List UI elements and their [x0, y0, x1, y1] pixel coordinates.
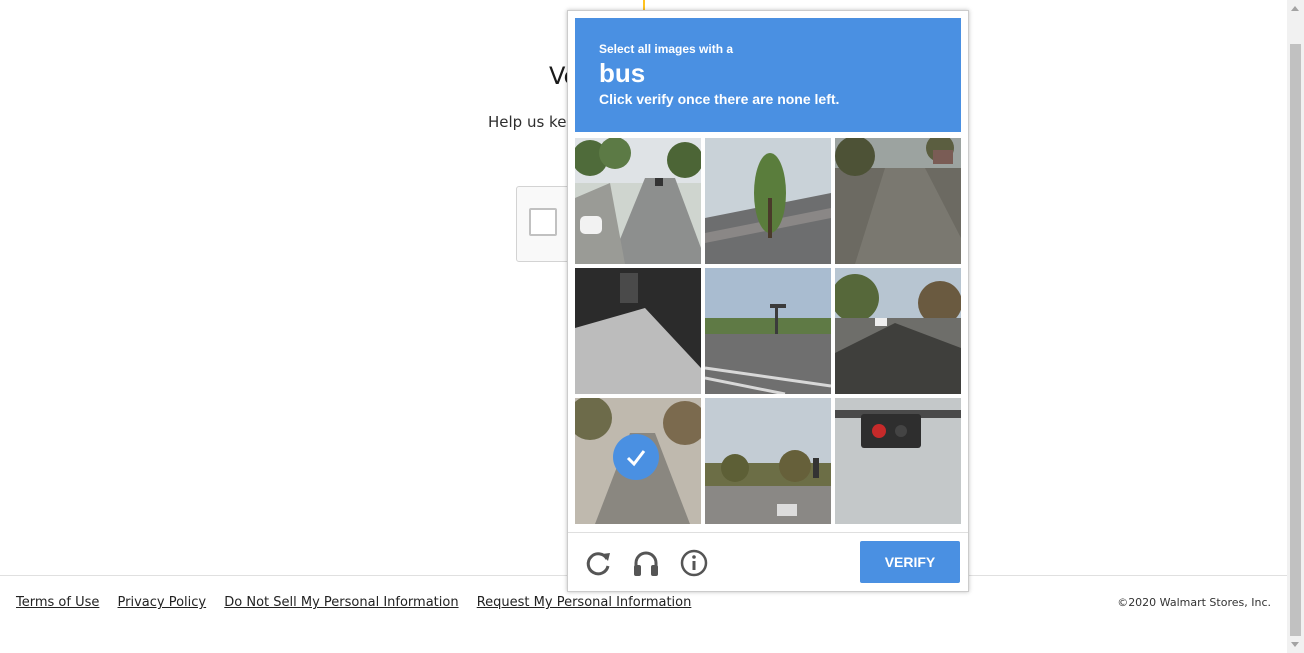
scroll-down-arrow-icon[interactable] [1291, 642, 1299, 647]
image-tile[interactable] [835, 398, 961, 524]
image-tile[interactable] [705, 268, 831, 394]
challenge-footer-divider [568, 532, 968, 533]
challenge-header: Select all images with a bus Click verif… [575, 18, 961, 132]
copyright-text: ©2020 Walmart Stores, Inc. [1117, 596, 1271, 609]
scroll-thumb[interactable] [1290, 44, 1301, 636]
verify-button[interactable]: VERIFY [860, 541, 960, 583]
page-subtitle: Help us kee [488, 113, 576, 131]
image-tile[interactable] [705, 398, 831, 524]
image-tile-selected[interactable] [575, 398, 701, 524]
captcha-challenge-dialog: Select all images with a bus Click verif… [567, 10, 969, 592]
headphones-icon[interactable] [631, 548, 661, 578]
image-tile[interactable] [835, 268, 961, 394]
info-icon[interactable] [679, 548, 709, 578]
scroll-up-arrow-icon[interactable] [1291, 6, 1299, 11]
image-tile[interactable] [575, 138, 701, 264]
page-scrollbar[interactable] [1287, 0, 1304, 653]
prompt-small-text: Select all images with a [599, 42, 734, 56]
image-tile[interactable] [705, 138, 831, 264]
privacy-policy-link[interactable]: Privacy Policy [118, 595, 207, 610]
image-tile[interactable] [835, 138, 961, 264]
reload-icon[interactable] [584, 548, 614, 578]
request-info-link[interactable]: Request My Personal Information [477, 595, 692, 610]
selected-checkmark-icon [613, 434, 659, 480]
do-not-sell-link[interactable]: Do Not Sell My Personal Information [224, 595, 458, 610]
prompt-instruction-text: Click verify once there are none left. [599, 91, 840, 107]
prompt-target-text: bus [599, 58, 646, 88]
footer-links: Terms of Use Privacy Policy Do Not Sell … [16, 595, 705, 610]
recaptcha-checkbox[interactable] [529, 208, 557, 236]
terms-of-use-link[interactable]: Terms of Use [16, 595, 99, 610]
image-tile[interactable] [575, 268, 701, 394]
image-grid [575, 138, 963, 526]
